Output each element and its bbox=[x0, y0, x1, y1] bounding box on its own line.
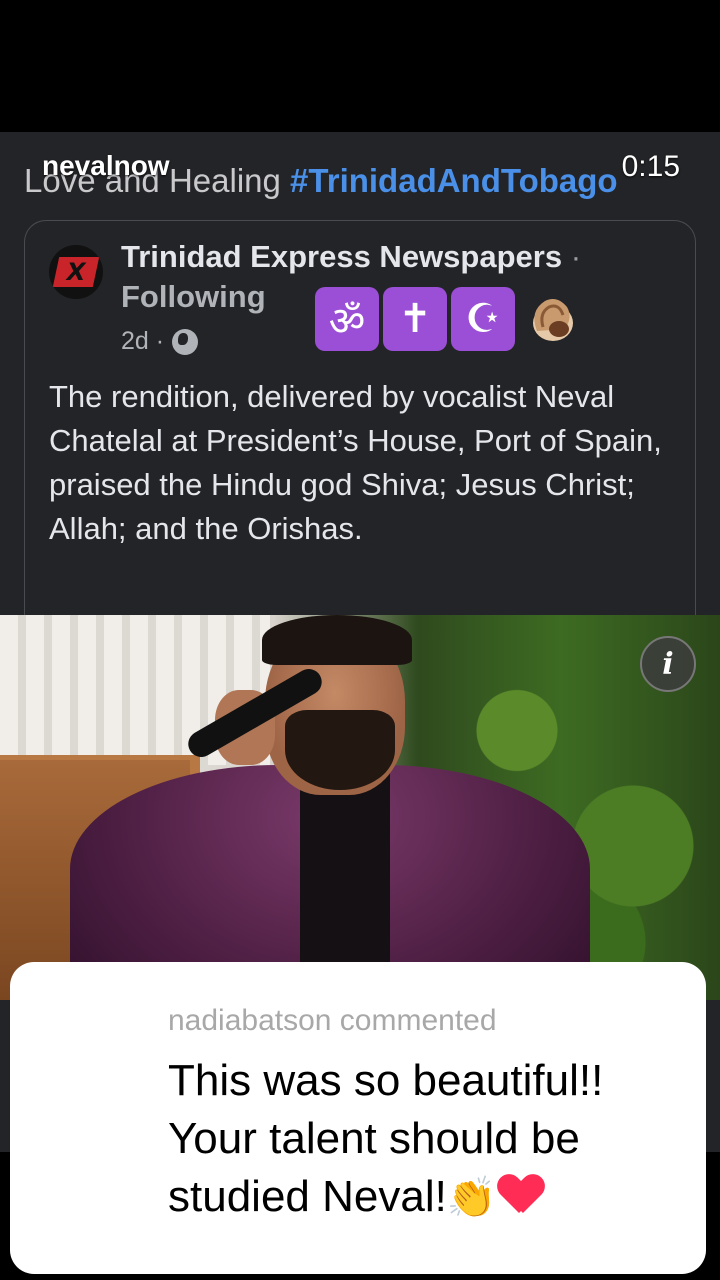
separator-dot: · bbox=[562, 239, 582, 274]
top-black-bar bbox=[0, 0, 720, 132]
post-body-text: The rendition, delivered by vocalist Nev… bbox=[49, 379, 662, 546]
hashtag-link[interactable]: #TrinidadAndTobago bbox=[290, 162, 618, 199]
singer-hair bbox=[262, 615, 412, 665]
story-timestamp: 0:15 bbox=[621, 150, 680, 183]
page-name[interactable]: Trinidad Express Newspapers · bbox=[121, 239, 581, 275]
shell-emoji bbox=[519, 287, 583, 351]
comment-text: This was so beautiful!! Your talent shou… bbox=[168, 1052, 688, 1227]
star-crescent-emoji: ☪ bbox=[451, 287, 515, 351]
follow-status[interactable]: Following bbox=[121, 279, 266, 315]
om-emoji: ॐ bbox=[315, 287, 379, 351]
post-age: 2d · bbox=[121, 327, 165, 355]
singer-beard bbox=[285, 710, 395, 790]
comment-author: nadiabatson commented bbox=[168, 1004, 497, 1037]
clap-emoji: 👏 bbox=[446, 1175, 497, 1221]
page-logo[interactable]: X bbox=[49, 245, 103, 299]
globe-icon bbox=[172, 328, 199, 355]
post-meta: 2d · bbox=[121, 327, 199, 356]
info-icon[interactable]: i bbox=[640, 636, 696, 692]
religion-emoji-row: ॐ ✝ ☪ bbox=[315, 287, 583, 351]
shared-post-card: X Trinidad Express Newspapers · Followin… bbox=[24, 220, 696, 641]
page-name-text: Trinidad Express Newspapers bbox=[121, 239, 563, 274]
post-photo[interactable] bbox=[0, 615, 720, 1000]
heart-emoji bbox=[499, 1173, 543, 1217]
logo-mark: X bbox=[52, 257, 100, 287]
story-username[interactable]: nevalnow bbox=[42, 150, 170, 182]
cross-emoji: ✝ bbox=[383, 287, 447, 351]
comment-card[interactable]: nadiabatson commented This was so beauti… bbox=[10, 962, 706, 1274]
